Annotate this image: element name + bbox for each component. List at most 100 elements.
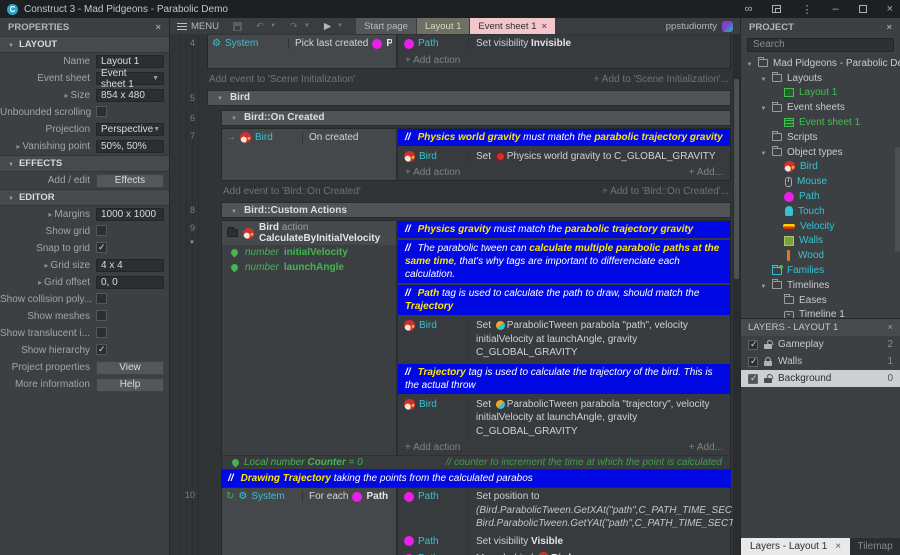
local-variable-row[interactable]: Local number Counter = 0 // counter to i… <box>221 455 731 470</box>
close-project-icon[interactable]: × <box>886 22 892 33</box>
action-row[interactable]: Path Set visibility Invisible <box>398 35 730 53</box>
tree-item-bird[interactable]: Bird <box>741 160 900 175</box>
projection-select[interactable]: Perspective ▼ <box>96 123 164 136</box>
event-sheet-select[interactable]: Event sheet 1 ▼ <box>96 68 164 90</box>
layer-visible-checkbox[interactable] <box>748 339 758 350</box>
comment[interactable]: //Trajectory tag is used to calculate th… <box>398 363 730 394</box>
show-translucent-checkbox[interactable] <box>96 326 107 338</box>
show-meshes-checkbox[interactable] <box>96 309 107 321</box>
condition-row[interactable]: ⚙System Pick last created Path <box>208 35 396 52</box>
group-bird[interactable]: Bird <box>207 89 731 106</box>
group-bird-custom-actions[interactable]: Bird::Custom Actions <box>221 202 731 218</box>
redo-button[interactable]: ↷ ▼ <box>283 18 317 34</box>
tree-item-path[interactable]: Path <box>741 189 900 204</box>
condition-row[interactable]: ↻ ⚙ System For each Path <box>222 488 396 505</box>
search-input[interactable]: Search <box>747 38 894 52</box>
close-tab-icon[interactable]: × <box>835 541 841 552</box>
help-button[interactable]: Help <box>96 377 164 392</box>
lock-closed-icon[interactable] <box>764 356 772 366</box>
tree-item-timelines[interactable]: Timelines <box>741 278 900 293</box>
tree-item-layouts[interactable]: Layouts <box>741 71 900 86</box>
tree-item-mouse[interactable]: Mouse <box>741 174 900 189</box>
kebab-menu-icon[interactable]: ⋮ <box>801 3 812 16</box>
custom-action-header[interactable]: Bird action CalculateByInitialVelocity <box>222 221 396 245</box>
tab-start-page[interactable]: Start page <box>356 18 416 34</box>
collapse-icon[interactable] <box>231 205 237 216</box>
parameter-row[interactable]: number launchAngle <box>222 260 396 275</box>
show-hierarchy-checkbox[interactable] <box>96 343 107 355</box>
close-window-button[interactable]: × <box>887 3 893 15</box>
size-field[interactable]: 854 x 480 <box>96 89 164 102</box>
add-to-group-link[interactable]: + Add to 'Scene Initialization'... <box>594 74 729 85</box>
show-collision-checkbox[interactable] <box>96 292 107 304</box>
section-editor[interactable]: EDITOR <box>0 189 169 206</box>
tree-item-project-root[interactable]: Mad Pidgeons - Parabolic Demo <box>741 56 900 71</box>
tree-item-timeline-1[interactable]: Timeline 1 <box>741 308 900 318</box>
tree-item-wood[interactable]: Wood <box>741 248 900 263</box>
add-action-link[interactable]: + Add action <box>405 55 460 66</box>
add-event-link[interactable]: Add event to 'Bird::On Created' <box>223 186 361 197</box>
minimize-button[interactable]: – <box>832 3 838 15</box>
remote-link-icon[interactable]: ∞ <box>745 3 753 15</box>
preview-button[interactable]: ▶ ▼ <box>317 18 350 34</box>
action-row[interactable]: Bird Set ParabolicTween parabola "path",… <box>398 317 730 362</box>
condition-row[interactable]: → Bird On created <box>222 129 396 146</box>
add-link[interactable]: + Add... <box>689 442 723 453</box>
tree-item-event-sheets[interactable]: Event sheets <box>741 100 900 115</box>
vanishing-point-field[interactable]: 50%, 50% <box>96 140 164 153</box>
add-to-group-link[interactable]: + Add to 'Bird::On Created'... <box>602 186 729 197</box>
comment[interactable]: //Drawing Trajectory taking the points f… <box>221 470 731 487</box>
margins-field[interactable]: 1000 x 1000 <box>96 208 164 221</box>
tree-item-eases[interactable]: Eases <box>741 293 900 308</box>
maximize-button[interactable] <box>858 5 867 13</box>
workspace-icon[interactable] <box>772 5 782 13</box>
action-row[interactable]: Path Move behind Bird <box>398 550 730 555</box>
layer-row-background[interactable]: Background0 <box>741 370 900 387</box>
lock-open-icon[interactable] <box>764 343 772 349</box>
tree-item-event-sheet-1[interactable]: Event sheet 1 <box>741 115 900 130</box>
close-tab-icon[interactable]: × <box>542 21 548 32</box>
action-row[interactable]: Bird Set Physics world gravity to C_GLOB… <box>398 148 730 166</box>
tree-item-velocity[interactable]: Velocity <box>741 219 900 234</box>
tab-layers-layout-1[interactable]: Layers - Layout 1 × <box>741 538 851 555</box>
layer-visible-checkbox[interactable] <box>748 356 758 367</box>
comment[interactable]: //Physics world gravity must match the p… <box>398 128 730 146</box>
grid-offset-field[interactable]: 0, 0 <box>96 276 164 289</box>
tree-item-families[interactable]: Families <box>741 263 900 278</box>
add-action-link[interactable]: + Add action <box>405 167 460 178</box>
add-action-link[interactable]: + Add action <box>405 442 460 453</box>
grid-size-field[interactable]: 4 x 4 <box>96 259 164 272</box>
inline-comment[interactable]: // counter to increment the time at whic… <box>446 457 722 468</box>
layer-row-gameplay[interactable]: Gameplay2 <box>741 336 900 353</box>
menu-button[interactable]: MENU <box>170 18 226 34</box>
unbounded-scrolling-checkbox[interactable] <box>96 105 107 117</box>
layer-visible-checkbox[interactable] <box>748 373 758 384</box>
effects-button[interactable]: Effects <box>96 173 164 188</box>
collapse-icon[interactable] <box>189 236 195 246</box>
tree-item-layout-1[interactable]: Layout 1 <box>741 86 900 101</box>
project-scrollbar[interactable] <box>894 52 900 314</box>
collapse-icon[interactable] <box>231 112 237 123</box>
scrollbar-thumb[interactable] <box>734 79 739 279</box>
close-layers-icon[interactable]: × <box>887 322 893 333</box>
scrollbar-thumb[interactable] <box>895 147 900 252</box>
undo-button[interactable]: ↶ ▼ <box>249 18 283 34</box>
tab-layout-1[interactable]: Layout 1 <box>416 18 470 34</box>
action-row[interactable]: Bird Set ParabolicTween parabola "trajec… <box>398 396 730 441</box>
collapse-icon[interactable] <box>217 92 223 103</box>
account-button[interactable]: ppstudiomty <box>666 18 740 34</box>
section-layout[interactable]: LAYOUT <box>0 36 169 53</box>
layer-row-walls[interactable]: Walls1 <box>741 353 900 370</box>
view-button[interactable]: View <box>96 360 164 375</box>
action-row[interactable]: Path Set position to (Bird.ParabolicTwee… <box>398 488 740 533</box>
show-grid-checkbox[interactable] <box>96 224 107 236</box>
tab-event-sheet-1[interactable]: Event sheet 1 × <box>470 18 556 34</box>
save-button[interactable] <box>226 18 249 34</box>
comment[interactable]: //The parabolic tween can calculate mult… <box>398 240 730 283</box>
parameter-row[interactable]: number initialVelocity <box>222 245 396 260</box>
snap-to-grid-checkbox[interactable] <box>96 241 107 253</box>
comment[interactable]: //Path tag is used to calculate the path… <box>398 285 730 315</box>
tree-item-walls[interactable]: Walls <box>741 234 900 249</box>
close-properties-icon[interactable]: × <box>155 22 161 33</box>
group-bird-on-created[interactable]: Bird::On Created <box>221 109 731 126</box>
